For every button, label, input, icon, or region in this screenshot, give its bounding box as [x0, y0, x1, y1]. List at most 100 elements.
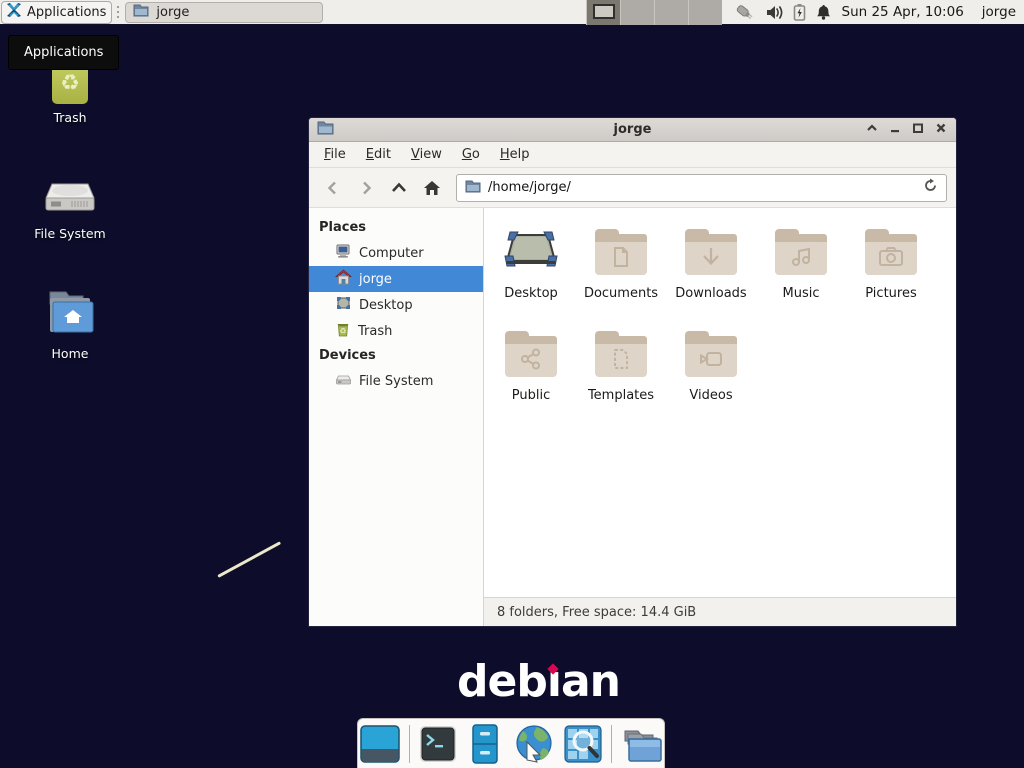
folder-item-label: Public: [512, 388, 550, 403]
file-manager-window: jorge File Edit View Go Help: [308, 117, 957, 627]
sidebar-places-header: Places: [309, 216, 483, 240]
path-text: /home/jorge/: [488, 180, 916, 195]
show-desktop-icon[interactable]: [360, 725, 400, 763]
terminal-icon[interactable]: [419, 725, 457, 763]
folder-item-downloads[interactable]: Downloads: [666, 222, 756, 324]
menu-go[interactable]: Go: [452, 144, 490, 165]
applications-tooltip: Applications: [8, 35, 119, 70]
folder-item-documents[interactable]: Documents: [576, 222, 666, 324]
desktop-icon: [335, 295, 352, 315]
dock-separator: [409, 725, 410, 763]
folder-item-label: Templates: [588, 388, 654, 403]
web-browser-icon[interactable]: [513, 724, 555, 764]
workspace-window-miniature: [593, 4, 615, 19]
music-notes-glyph-icon: [790, 246, 812, 272]
download-arrow-glyph-icon: [700, 246, 722, 272]
computer-icon: [335, 243, 352, 263]
desktop-special-icon: [504, 230, 558, 274]
minimize-button[interactable]: [888, 121, 902, 139]
home-icon: [335, 269, 352, 289]
sidebar-item-label: jorge: [359, 272, 392, 287]
xfce-applications-icon: [5, 1, 23, 23]
panel-handle[interactable]: [114, 4, 121, 20]
menubar: File Edit View Go Help: [309, 142, 956, 168]
harddisk-icon: [335, 371, 352, 391]
harddisk-icon: [42, 168, 98, 220]
top-panel: Applications jorge: [0, 0, 1024, 25]
sidebar-item-computer[interactable]: Computer: [309, 240, 483, 266]
home-folder-icon: [44, 286, 96, 340]
bottom-dock: [357, 718, 665, 768]
toolbar: /home/jorge/: [309, 168, 956, 208]
statusbar: 8 folders, Free space: 14.4 GiB: [484, 597, 956, 626]
share-glyph-icon: [520, 348, 542, 374]
workspace-3[interactable]: [654, 0, 688, 25]
wallpaper-scratch-line: [217, 541, 281, 578]
folder-item-templates[interactable]: Templates: [576, 324, 666, 426]
folder-item-videos[interactable]: Videos: [666, 324, 756, 426]
video-camera-glyph-icon: [698, 349, 724, 373]
notifications-bell-icon[interactable]: [815, 3, 832, 21]
folder-item-desktop[interactable]: Desktop: [486, 222, 576, 324]
taskbar-window-button[interactable]: jorge: [125, 2, 323, 23]
folder-item-label: Desktop: [504, 286, 558, 301]
debian-text: an: [561, 656, 620, 707]
menu-help[interactable]: Help: [490, 144, 540, 165]
folder-item-label: Downloads: [675, 286, 746, 301]
taskbar-window-label: jorge: [156, 5, 189, 20]
file-manager-folder-icon[interactable]: [621, 725, 663, 763]
desktop-icon-label: Trash: [15, 110, 125, 125]
desktop-icon-home[interactable]: Home: [15, 288, 125, 361]
menu-view[interactable]: View: [401, 144, 452, 165]
debian-wordmark: debıan: [457, 660, 620, 704]
panel-username[interactable]: jorge: [982, 4, 1016, 20]
shade-button[interactable]: [865, 121, 879, 139]
forward-button[interactable]: [351, 174, 381, 202]
sidebar-item-jorge[interactable]: jorge: [309, 266, 483, 292]
panel-clock[interactable]: Sun 25 Apr, 10:06: [842, 4, 964, 20]
sidebar-item-trash[interactable]: ♻ Trash: [309, 318, 483, 344]
sidebar-item-desktop[interactable]: Desktop: [309, 292, 483, 318]
workspace-4[interactable]: [688, 0, 722, 25]
home-button[interactable]: [417, 174, 447, 202]
folder-icon: [133, 3, 149, 21]
volume-icon[interactable]: [765, 4, 784, 21]
file-cabinet-icon[interactable]: [466, 724, 504, 764]
folder-item-pictures[interactable]: Pictures: [846, 222, 936, 324]
camera-glyph-icon: [878, 246, 904, 272]
dock-separator: [611, 725, 612, 763]
workspace-1[interactable]: [586, 0, 620, 25]
reload-icon[interactable]: [923, 178, 938, 197]
folder-item-music[interactable]: Music: [756, 222, 846, 324]
document-glyph-icon: [611, 246, 631, 272]
path-entry[interactable]: /home/jorge/: [456, 174, 947, 202]
path-folder-icon: [465, 179, 481, 197]
menu-file[interactable]: File: [314, 144, 356, 165]
workspace-2[interactable]: [620, 0, 654, 25]
desktop-icon-file-system[interactable]: File System: [15, 168, 125, 241]
window-title: jorge: [309, 122, 956, 137]
window-titlebar[interactable]: jorge: [309, 118, 956, 142]
folder-item-label: Videos: [689, 388, 732, 403]
maximize-button[interactable]: [911, 121, 925, 139]
folder-item-label: Music: [783, 286, 820, 301]
folder-item-public[interactable]: Public: [486, 324, 576, 426]
close-button[interactable]: [934, 121, 948, 139]
applications-menu-label: Applications: [27, 5, 106, 20]
sidebar: Places Computer: [309, 208, 484, 626]
folder-grid: Desktop Documents: [484, 208, 956, 597]
power-plug-icon[interactable]: [734, 3, 756, 21]
battery-charging-icon[interactable]: [793, 3, 806, 21]
app-finder-icon[interactable]: [564, 725, 602, 763]
folder-item-label: Documents: [584, 286, 658, 301]
back-button[interactable]: [318, 174, 348, 202]
up-button[interactable]: [384, 174, 414, 202]
template-glyph-icon: [611, 348, 631, 374]
workspace-pager: [586, 0, 722, 25]
sidebar-item-label: Computer: [359, 246, 424, 261]
sidebar-item-file-system[interactable]: File System: [309, 368, 483, 394]
menu-edit[interactable]: Edit: [356, 144, 401, 165]
trash-icon: ♻: [335, 321, 351, 341]
applications-menu-button[interactable]: Applications: [1, 1, 112, 24]
sidebar-item-label: File System: [359, 374, 433, 389]
